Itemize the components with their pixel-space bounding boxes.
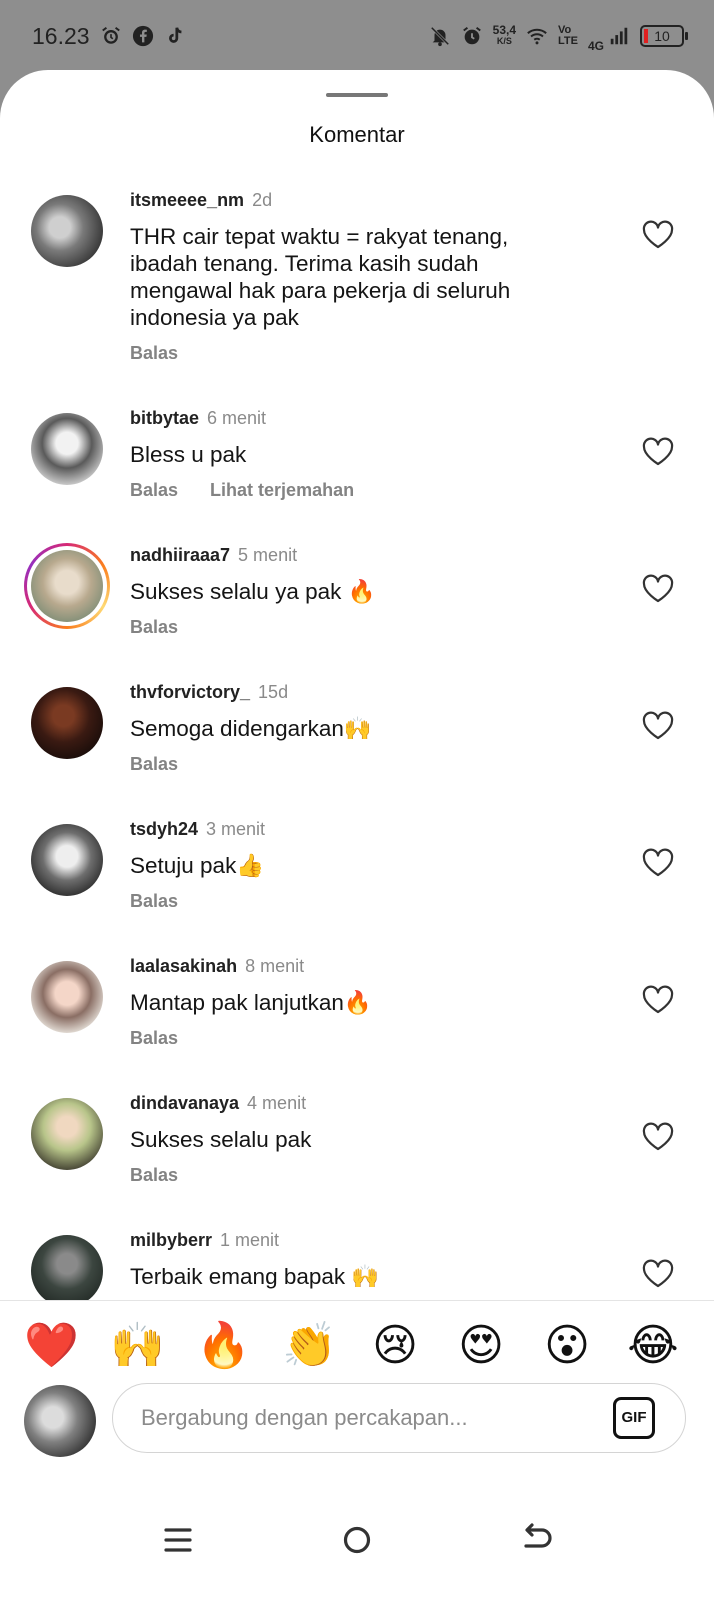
- comment-time: 6 menit: [207, 408, 267, 428]
- see-translation-button[interactable]: Lihat terjemahan: [210, 480, 354, 501]
- reaction-fire[interactable]: 🔥: [196, 1319, 251, 1373]
- comment-text: Semoga didengarkan🙌: [130, 716, 372, 741]
- heart-icon[interactable]: [641, 1122, 675, 1152]
- reply-button[interactable]: Balas: [130, 891, 178, 912]
- heart-icon[interactable]: [641, 1259, 675, 1289]
- recent-apps-icon[interactable]: [156, 1518, 200, 1562]
- comment-username[interactable]: tsdyh24: [130, 819, 198, 840]
- signal-icon: [610, 27, 628, 45]
- comment-username[interactable]: dindavanaya: [130, 1093, 239, 1114]
- heart-icon[interactable]: [641, 574, 675, 604]
- comment-time: 5 menit: [238, 545, 298, 565]
- volte-bottom: LTE: [558, 35, 578, 47]
- reply-button[interactable]: Balas: [130, 480, 178, 501]
- status-bar: 16.23 53,4 K/S Vo LTE 4G 10: [0, 0, 714, 72]
- reaction-surprised[interactable]: 😮: [540, 1319, 594, 1373]
- avatar-story-ring[interactable]: [24, 543, 110, 629]
- comment-username[interactable]: laalasakinah: [130, 956, 237, 977]
- comment-text: Sukses selalu ya pak 🔥: [130, 579, 376, 604]
- comments-sheet: Komentar itsmeeee_nm 2d THR cair tepat w…: [0, 70, 714, 1599]
- avatar[interactable]: [31, 195, 103, 267]
- home-icon[interactable]: [335, 1518, 379, 1562]
- tiktok-icon: [168, 27, 182, 43]
- comment-username[interactable]: milbyberr: [130, 1230, 212, 1251]
- comment-time: 2d: [252, 190, 273, 210]
- comment-username[interactable]: nadhiiraaa7: [130, 545, 230, 566]
- comment-item: laalasakinah 8 menit Mantap pak lanjutka…: [0, 949, 714, 1069]
- heart-icon[interactable]: [641, 848, 675, 878]
- avatar[interactable]: [31, 687, 103, 759]
- reply-button[interactable]: Balas: [130, 617, 178, 638]
- reaction-heart-eyes[interactable]: 😍: [454, 1319, 508, 1373]
- reply-button[interactable]: Balas: [130, 754, 178, 775]
- comment-item: tsdyh24 3 menit Setuju pak👍 Balas: [0, 812, 714, 932]
- comment-item: nadhiiraaa7 5 menit Sukses selalu ya pak…: [0, 538, 714, 658]
- comment-input[interactable]: Bergabung dengan percakapan... GIF: [112, 1383, 686, 1453]
- comment-time: 4 menit: [247, 1093, 307, 1113]
- network-type: 4G: [587, 39, 604, 53]
- quick-reaction-bar: ❤️ 🙌 🔥 👏 😢 😍 😮 😂: [0, 1300, 714, 1386]
- avatar[interactable]: [31, 413, 103, 485]
- comment-username[interactable]: bitbytae: [130, 408, 199, 429]
- comment-text: THR cair tepat waktu = rakyat tenang, ib…: [130, 224, 511, 330]
- heart-icon[interactable]: [641, 985, 675, 1015]
- reply-button[interactable]: Balas: [130, 343, 178, 364]
- comment-item: bitbytae 6 menit Bless u pak Balas Lihat…: [0, 401, 714, 521]
- current-user-avatar: [24, 1385, 96, 1457]
- comment-time: 1 menit: [220, 1230, 280, 1250]
- reaction-raising-hands[interactable]: 🙌: [110, 1319, 165, 1373]
- avatar[interactable]: [31, 1235, 103, 1307]
- comment-time: 15d: [258, 682, 289, 702]
- comment-time: 8 menit: [245, 956, 305, 976]
- heart-icon[interactable]: [641, 437, 675, 467]
- heart-icon[interactable]: [641, 220, 675, 250]
- facebook-icon: [132, 25, 153, 47]
- volte-indicator: Vo LTE: [558, 25, 578, 47]
- avatar[interactable]: [31, 824, 103, 896]
- sheet-title: Komentar: [309, 122, 405, 147]
- comment-text: Terbaik emang bapak 🙌: [130, 1264, 380, 1289]
- net-speed-unit: K/S: [496, 36, 512, 46]
- alarm-status-icon: [462, 26, 481, 45]
- back-icon[interactable]: [514, 1518, 558, 1562]
- comment-username[interactable]: itsmeeee_nm: [130, 190, 244, 211]
- reaction-heart[interactable]: ❤️: [24, 1319, 79, 1373]
- clock: 16.23: [32, 22, 90, 49]
- comment-item: dindavanaya 4 menit Sukses selalu pak Ba…: [0, 1086, 714, 1206]
- comment-text: Setuju pak👍: [130, 853, 265, 878]
- reaction-clapping[interactable]: 👏: [282, 1319, 337, 1373]
- net-speed: 53,4 K/S: [492, 23, 517, 47]
- system-navigation-bar: [0, 1490, 714, 1599]
- mute-bell-icon: [430, 26, 449, 47]
- sheet-drag-handle[interactable]: [326, 93, 388, 97]
- comment-item: itsmeeee_nm 2d THR cair tepat waktu = ra…: [0, 182, 714, 382]
- comment-time: 3 menit: [206, 819, 266, 839]
- comment-text: Mantap pak lanjutkan🔥: [130, 990, 372, 1015]
- battery-indicator: 10: [640, 25, 688, 47]
- battery-level: 10: [654, 28, 670, 44]
- net-speed-value: 53,4: [492, 23, 517, 37]
- reaction-laughing[interactable]: 😂: [626, 1319, 680, 1373]
- comment-text: Bless u pak: [130, 442, 247, 467]
- gif-button[interactable]: GIF: [613, 1397, 655, 1439]
- wifi-icon: [527, 28, 547, 45]
- comment-username[interactable]: thvforvictory_: [130, 682, 250, 703]
- reply-button[interactable]: Balas: [130, 1028, 178, 1049]
- heart-icon[interactable]: [641, 711, 675, 741]
- comment-item: thvforvictory_ 15d Semoga didengarkan🙌 B…: [0, 675, 714, 795]
- reply-button[interactable]: Balas: [130, 1165, 178, 1186]
- alarm-icon: [101, 26, 120, 44]
- comment-text: Sukses selalu pak: [130, 1127, 312, 1152]
- comments-list[interactable]: itsmeeee_nm 2d THR cair tepat waktu = ra…: [0, 182, 714, 1372]
- avatar[interactable]: [31, 1098, 103, 1170]
- avatar[interactable]: [31, 961, 103, 1033]
- comment-input-placeholder: Bergabung dengan percakapan...: [141, 1405, 468, 1430]
- reaction-crying[interactable]: 😢: [368, 1319, 422, 1373]
